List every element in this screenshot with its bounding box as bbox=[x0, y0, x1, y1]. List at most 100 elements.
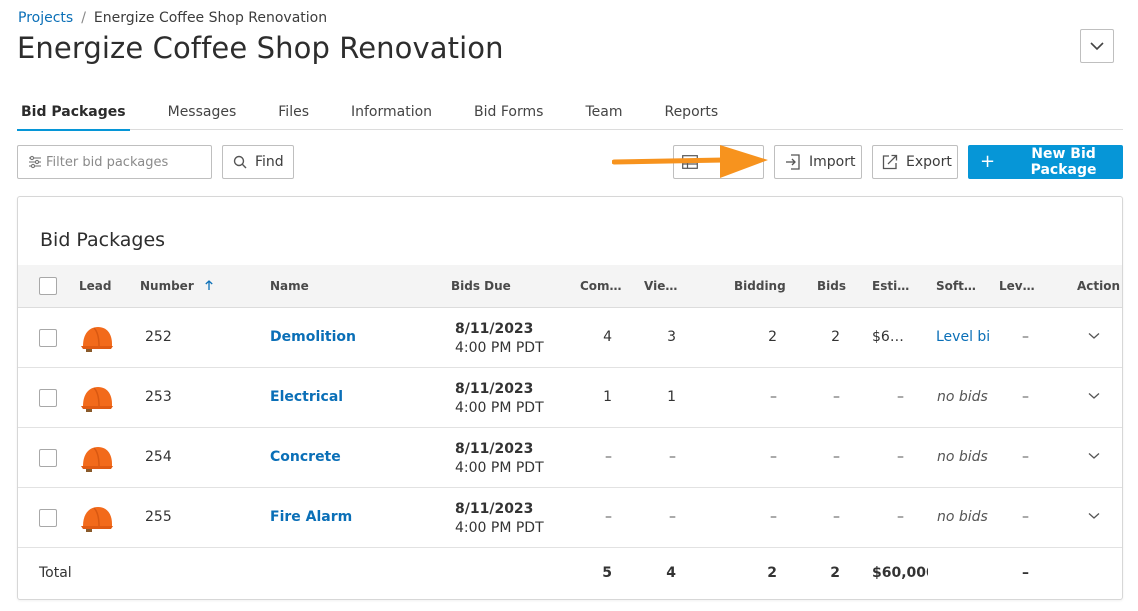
row-bids-due: 8/11/2023 4:00 PM PDT bbox=[455, 500, 544, 538]
row-due-date: 8/11/2023 bbox=[455, 381, 534, 397]
row-bids-due: 8/11/2023 4:00 PM PDT bbox=[455, 440, 544, 478]
external-link-icon bbox=[882, 154, 898, 170]
hard-hat-icon bbox=[81, 327, 113, 352]
row-number: 254 bbox=[145, 449, 172, 465]
page-title: Energize Coffee Shop Renovation bbox=[17, 31, 504, 65]
row-bids: – bbox=[833, 509, 840, 525]
row-checkbox[interactable] bbox=[39, 329, 57, 347]
total-bidding: 2 bbox=[767, 565, 777, 581]
row-viewed: – bbox=[669, 449, 676, 465]
breadcrumb-projects-link[interactable]: Projects bbox=[18, 10, 73, 26]
new-bid-package-button[interactable]: + New Bid Package bbox=[968, 145, 1123, 179]
col-estimate[interactable]: Esti… bbox=[872, 279, 909, 293]
row-level-bids-link[interactable]: Level bi bbox=[936, 329, 992, 345]
tab-bar: Bid Packages Messages Files Information … bbox=[17, 104, 1123, 131]
col-bidding[interactable]: Bidding bbox=[734, 279, 786, 293]
row-committed: – bbox=[605, 449, 612, 465]
table-row[interactable]: 255 Fire Alarm 8/11/2023 4:00 PM PDT – –… bbox=[18, 488, 1122, 548]
tab-reports[interactable]: Reports bbox=[660, 104, 722, 130]
row-leveling: – bbox=[1022, 509, 1029, 525]
bid-packages-card: Bid Packages Lead Number Name Bids Due C… bbox=[17, 196, 1123, 600]
row-name-link[interactable]: Fire Alarm bbox=[270, 509, 352, 525]
row-bids-due: 8/11/2023 4:00 PM PDT bbox=[455, 320, 544, 358]
row-due-time: 4:00 PM PDT bbox=[455, 520, 544, 536]
row-checkbox[interactable] bbox=[39, 509, 57, 527]
col-leveling[interactable]: Lev… bbox=[999, 279, 1035, 293]
row-bids-due: 8/11/2023 4:00 PM PDT bbox=[455, 380, 544, 418]
table-header: Lead Number Name Bids Due Com… Vie… Bidd… bbox=[18, 265, 1122, 308]
tab-team[interactable]: Team bbox=[581, 104, 626, 130]
row-bids: – bbox=[833, 449, 840, 465]
row-viewed: 3 bbox=[667, 329, 676, 345]
tab-files[interactable]: Files bbox=[274, 104, 313, 130]
row-name-link[interactable]: Concrete bbox=[270, 449, 341, 465]
row-due-date: 8/11/2023 bbox=[455, 501, 534, 517]
row-due-time: 4:00 PM PDT bbox=[455, 400, 544, 416]
col-committed[interactable]: Com… bbox=[580, 279, 622, 293]
row-due-date: 8/11/2023 bbox=[455, 321, 534, 337]
new-bid-package-label: New Bid Package bbox=[1030, 146, 1097, 178]
filter-input[interactable] bbox=[46, 154, 206, 170]
col-viewed[interactable]: Vie… bbox=[644, 279, 677, 293]
row-committed: 1 bbox=[603, 389, 612, 405]
col-lead[interactable]: Lead bbox=[79, 279, 111, 293]
total-row: Total 5 4 2 2 $60,000 – bbox=[18, 549, 1122, 599]
export-button[interactable]: Export bbox=[872, 145, 958, 179]
project-menu-dropdown[interactable] bbox=[1080, 29, 1114, 63]
row-bidding: – bbox=[770, 509, 777, 525]
row-bidding: 2 bbox=[768, 329, 777, 345]
row-leveling: – bbox=[1022, 449, 1029, 465]
tab-information[interactable]: Information bbox=[347, 104, 436, 130]
col-number-label: Number bbox=[140, 279, 194, 293]
tab-messages[interactable]: Messages bbox=[164, 104, 241, 130]
row-software: no bids bbox=[937, 389, 988, 405]
export-button-label: Export bbox=[906, 154, 952, 170]
total-bids: 2 bbox=[830, 565, 840, 581]
row-number: 255 bbox=[145, 509, 172, 525]
row-estimate: – bbox=[897, 509, 904, 525]
tab-bid-forms[interactable]: Bid Forms bbox=[470, 104, 547, 130]
row-name-link[interactable]: Electrical bbox=[270, 389, 343, 405]
col-number[interactable]: Number bbox=[140, 279, 214, 293]
row-checkbox[interactable] bbox=[39, 449, 57, 467]
annotation-arrow-icon bbox=[612, 145, 768, 178]
row-committed: – bbox=[605, 509, 612, 525]
row-bids: – bbox=[833, 389, 840, 405]
search-icon bbox=[233, 155, 247, 169]
import-icon bbox=[785, 154, 801, 170]
hard-hat-icon bbox=[81, 507, 113, 532]
total-viewed: 4 bbox=[666, 565, 676, 581]
tab-bid-packages[interactable]: Bid Packages bbox=[17, 104, 130, 131]
col-software[interactable]: Soft… bbox=[936, 279, 976, 293]
import-button[interactable]: Import bbox=[774, 145, 862, 179]
row-checkbox[interactable] bbox=[39, 389, 57, 407]
col-action: Action bbox=[1077, 279, 1121, 293]
table-row[interactable]: 253 Electrical 8/11/2023 4:00 PM PDT 1 1… bbox=[18, 368, 1122, 428]
row-viewed: – bbox=[669, 509, 676, 525]
col-bids[interactable]: Bids bbox=[817, 279, 846, 293]
row-action-chevron-icon[interactable] bbox=[1088, 332, 1100, 340]
chevron-down-icon bbox=[1090, 41, 1104, 50]
row-leveling: – bbox=[1022, 329, 1029, 345]
row-action-chevron-icon[interactable] bbox=[1088, 512, 1100, 520]
row-name-link[interactable]: Demolition bbox=[270, 329, 356, 345]
row-estimate: $6… bbox=[872, 329, 904, 345]
row-estimate: – bbox=[897, 389, 904, 405]
col-bids-due[interactable]: Bids Due bbox=[451, 279, 511, 293]
row-action-chevron-icon[interactable] bbox=[1088, 392, 1100, 400]
table-row[interactable]: 254 Concrete 8/11/2023 4:00 PM PDT – – –… bbox=[18, 428, 1122, 488]
total-committed: 5 bbox=[602, 565, 612, 581]
row-action-chevron-icon[interactable] bbox=[1088, 452, 1100, 460]
total-estimate: $60,000 bbox=[872, 565, 928, 581]
col-name[interactable]: Name bbox=[270, 279, 309, 293]
breadcrumb-current: Energize Coffee Shop Renovation bbox=[93, 10, 328, 26]
table-row[interactable]: 252 Demolition 8/11/2023 4:00 PM PDT 4 3… bbox=[18, 308, 1122, 368]
row-due-time: 4:00 PM PDT bbox=[455, 340, 544, 356]
row-estimate: – bbox=[897, 449, 904, 465]
find-button[interactable]: Find bbox=[222, 145, 294, 179]
row-number: 252 bbox=[145, 329, 172, 345]
breadcrumb-separator: / bbox=[81, 10, 86, 26]
card-title: Bid Packages bbox=[40, 229, 166, 251]
filter-field[interactable] bbox=[17, 145, 212, 179]
select-all-checkbox[interactable] bbox=[39, 277, 57, 295]
